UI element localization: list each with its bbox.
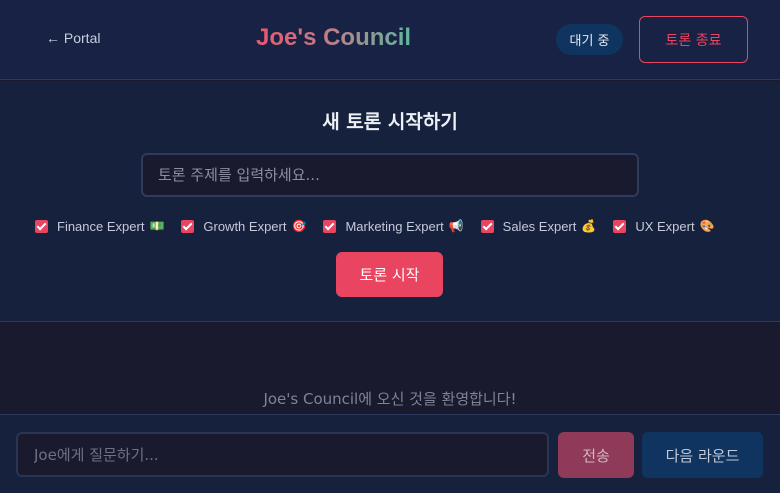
expert-selection: Finance Expert 💵 Growth Expert 🎯 Marketi… bbox=[35, 216, 732, 236]
welcome-message: Joe's Council에 오신 것을 환영합니다! bbox=[263, 390, 517, 408]
question-input[interactable] bbox=[16, 432, 549, 477]
checkbox-icon[interactable] bbox=[35, 219, 48, 233]
message-area: Joe's Council에 오신 것을 환영합니다! bbox=[0, 322, 780, 414]
checkbox-icon[interactable] bbox=[480, 219, 494, 233]
top-header: ← Portal Joe's Council 대기 중 토론 종료 bbox=[0, 0, 780, 80]
expert-label: Growth Expert bbox=[203, 218, 287, 234]
expert-option-marketing[interactable]: Marketing Expert 📢 bbox=[323, 218, 464, 234]
expert-option-ux[interactable]: UX Expert 🎨 bbox=[613, 218, 715, 234]
end-debate-button[interactable]: 토론 종료 bbox=[639, 16, 748, 63]
app-title: Joe's Council bbox=[256, 24, 412, 51]
checkbox-icon[interactable] bbox=[323, 219, 337, 233]
topic-input[interactable] bbox=[141, 153, 639, 197]
next-round-button[interactable]: 다음 라운드 bbox=[642, 432, 763, 478]
target-icon: 🎯 bbox=[291, 219, 307, 233]
expert-label: Finance Expert bbox=[57, 218, 145, 234]
money-icon: 💵 bbox=[149, 219, 165, 233]
money-bag-icon: 💰 bbox=[581, 219, 597, 233]
portal-back-link[interactable]: ← Portal bbox=[46, 30, 100, 46]
setup-title: 새 토론 시작하기 bbox=[322, 111, 458, 133]
start-debate-button[interactable]: 토론 시작 bbox=[336, 252, 443, 297]
new-debate-panel: 새 토론 시작하기 Finance Expert 💵 Growth Expert… bbox=[0, 81, 780, 322]
expert-label: Sales Expert bbox=[502, 218, 577, 234]
composer-bar: 전송 다음 라운드 bbox=[0, 414, 780, 493]
megaphone-icon: 📢 bbox=[448, 219, 464, 233]
checkbox-icon[interactable] bbox=[181, 219, 195, 233]
palette-icon: 🎨 bbox=[699, 219, 715, 233]
expert-option-growth[interactable]: Growth Expert 🎯 bbox=[181, 219, 306, 234]
app-root: ← Portal Joe's Council 대기 중 토론 종료 새 토론 시… bbox=[0, 0, 780, 493]
status-badge: 대기 중 bbox=[556, 24, 623, 55]
expert-label: Marketing Expert bbox=[345, 218, 444, 234]
send-button[interactable]: 전송 bbox=[558, 432, 634, 478]
expert-option-sales[interactable]: Sales Expert 💰 bbox=[480, 218, 597, 234]
checkbox-icon[interactable] bbox=[613, 219, 627, 233]
expert-label: UX Expert bbox=[635, 218, 695, 234]
expert-option-finance[interactable]: Finance Expert 💵 bbox=[35, 219, 164, 234]
